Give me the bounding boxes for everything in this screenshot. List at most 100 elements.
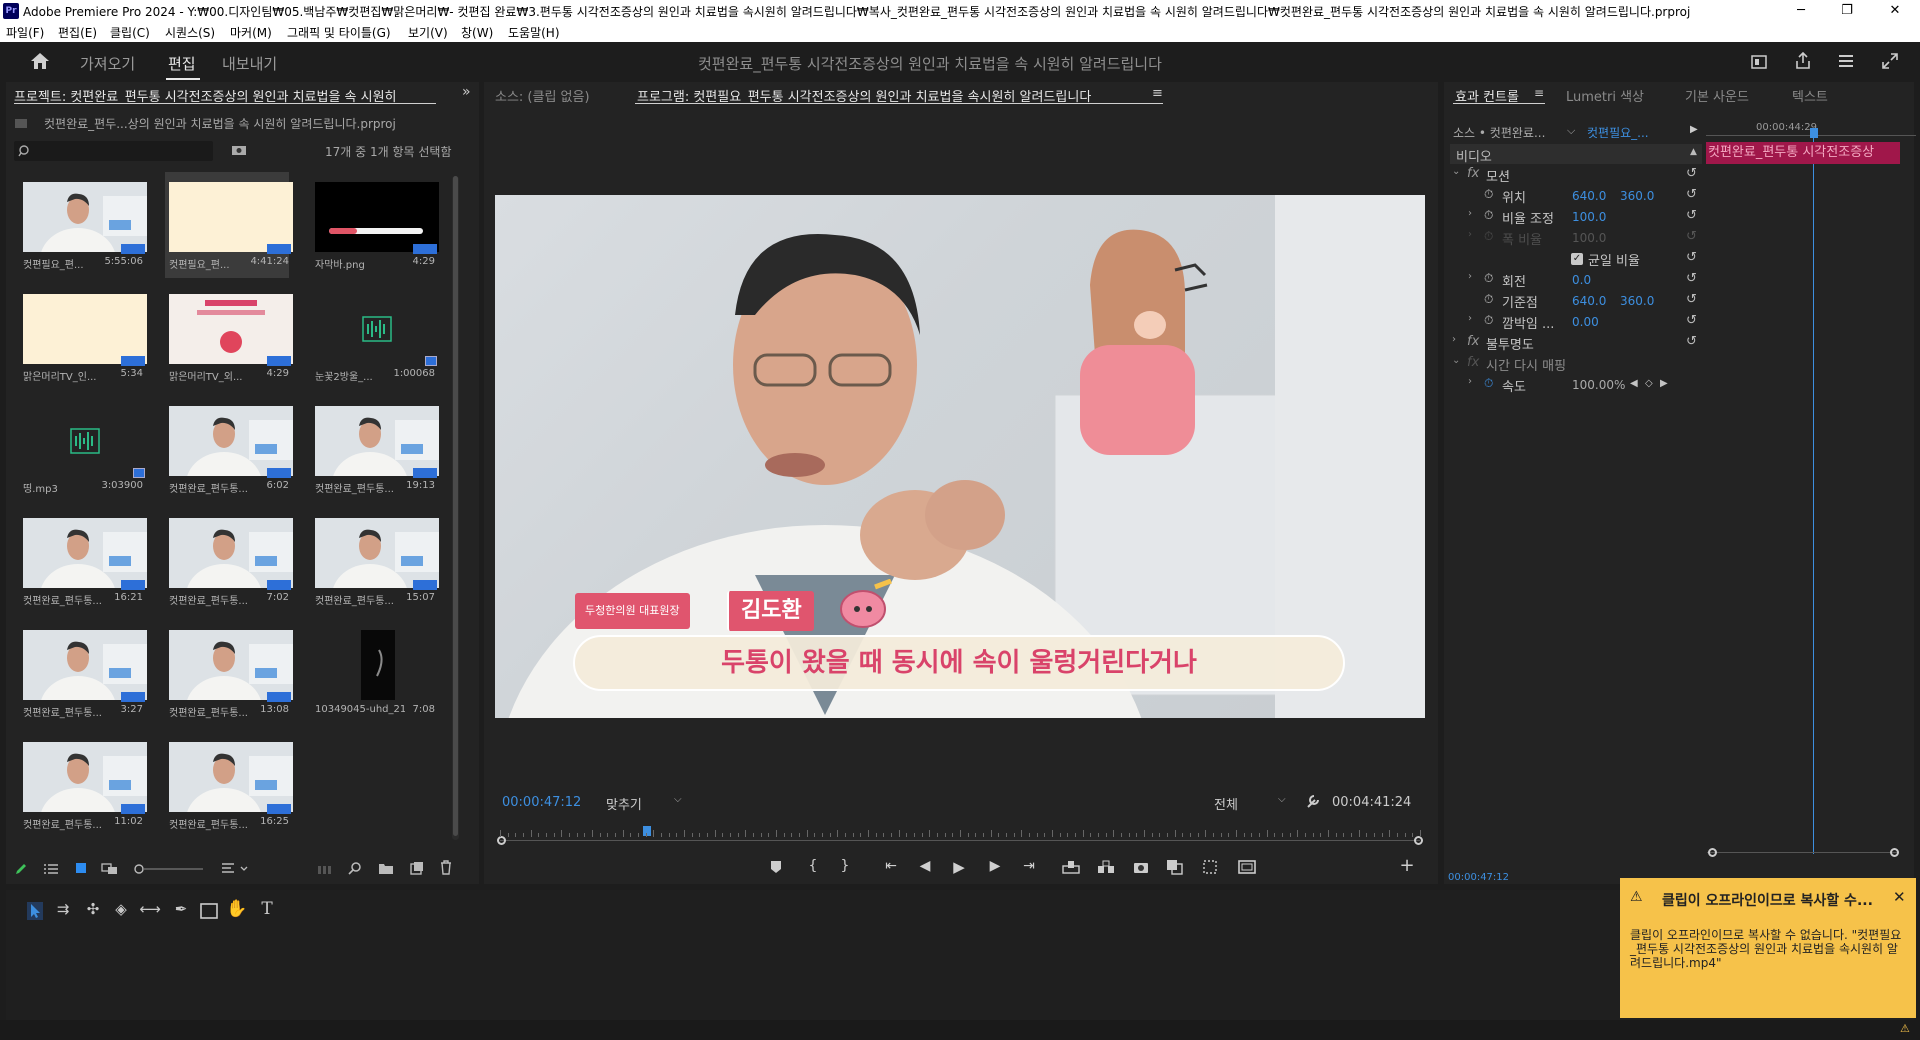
opacity-effect-row[interactable]: › fx 불투명도 [1450, 334, 1690, 354]
new-bin-icon[interactable] [378, 862, 394, 875]
wrench-settings-icon[interactable] [1305, 793, 1321, 809]
program-time-ruler[interactable] [497, 826, 1423, 848]
collapse-chevron-icon[interactable]: ⌄ [1452, 355, 1460, 366]
close-window-button[interactable]: ✕ [1872, 0, 1918, 22]
hand-tool-icon[interactable]: ✋ [226, 899, 248, 919]
quick-export-icon[interactable] [1751, 54, 1767, 70]
project-item[interactable]: 컷편필요_편... 5:55:06 [19, 172, 147, 278]
speed-value[interactable]: 100.00% [1572, 378, 1625, 392]
stopwatch-active-icon[interactable]: ⏱ [1484, 376, 1493, 391]
reset-motion-icon[interactable]: ↺ [1686, 166, 1697, 181]
project-item[interactable]: 컷편완료_편두통... 11:02 [19, 732, 147, 838]
zoom-slider[interactable] [133, 862, 205, 876]
flicker-value[interactable]: 0.00 [1572, 315, 1599, 329]
tab-text[interactable]: 텍스트 [1792, 86, 1828, 105]
project-item[interactable]: 띵.mp3 3:03900 [19, 396, 145, 502]
rotation-value[interactable]: 0.0 [1572, 273, 1591, 287]
expand-chevron-icon[interactable]: › [1452, 334, 1456, 345]
offline-notification[interactable]: ⚠ 클립이 오프라인이므로 복사할 수... ✕ 클립이 오프라인이므로 복사할… [1620, 878, 1916, 1018]
expand-chevron-icon[interactable]: › [1468, 208, 1472, 219]
automate-to-sequence-icon[interactable] [317, 862, 333, 876]
workspace-tab-export[interactable]: 내보내기 [222, 53, 277, 74]
project-item[interactable]: 컷편완료_편두통... 16:25 [165, 732, 293, 838]
project-item[interactable]: 컷편완료_편두통... 19:13 [311, 396, 439, 502]
program-panel-menu-icon[interactable]: ≡ [1152, 86, 1163, 101]
project-item[interactable]: 컷편완료_편두통... 6:02 [165, 396, 293, 502]
stopwatch-icon[interactable]: ⏱ [1484, 271, 1493, 286]
project-item[interactable]: 컷편필요_편... 4:41:24 [165, 172, 293, 278]
motion-effect-row[interactable]: ⌄ fx 모션 [1450, 166, 1690, 186]
rectangle-tool-icon[interactable] [200, 903, 218, 919]
button-editor-plus-icon[interactable]: + [1396, 855, 1418, 876]
tab-source[interactable]: 소스: (클립 없음) [495, 86, 590, 105]
reset-flicker-icon[interactable]: ↺ [1686, 313, 1697, 328]
home-icon[interactable] [30, 52, 50, 70]
program-playhead-timecode[interactable]: 00:00:47:12 [502, 795, 581, 810]
uniform-scale-checkbox[interactable]: ✓ [1571, 253, 1583, 265]
menu-sequence[interactable]: 시퀀스(S) [165, 24, 215, 41]
program-video-frame[interactable]: 두청한의원 대표원장 김도환 두통이 왔을 때 동시에 속이 울렁거린다거나 [495, 195, 1425, 718]
reset-uniform-icon[interactable]: ↺ [1686, 250, 1697, 265]
step-back-icon[interactable]: ◀ [914, 858, 936, 874]
fullscreen-icon[interactable] [1882, 53, 1898, 69]
selection-tool-icon[interactable] [27, 902, 43, 920]
menu-window[interactable]: 창(W) [461, 24, 493, 41]
stopwatch-icon[interactable]: ⏱ [1484, 313, 1493, 328]
notification-close-icon[interactable]: ✕ [1893, 888, 1906, 906]
next-keyframe-icon[interactable]: ▶ [1660, 378, 1668, 389]
fx-icon[interactable]: fx [1467, 166, 1479, 181]
menu-graphics[interactable]: 그래픽 및 타이틀(G) [287, 24, 391, 41]
go-to-in-icon[interactable]: ⇤ [880, 858, 902, 874]
freeform-view-icon[interactable] [101, 862, 119, 876]
scale-value[interactable]: 100.0 [1572, 210, 1606, 224]
panel-overflow-icon[interactable]: » [462, 84, 471, 100]
project-item[interactable]: 컷편완료_편두통... 3:27 [19, 620, 147, 726]
pen-tool-icon[interactable]: ✒ [170, 900, 192, 918]
extract-icon[interactable] [1097, 860, 1115, 874]
project-item[interactable]: 컷편완료_편두통... 16:21 [19, 508, 147, 614]
project-item[interactable]: 컷편완료_편두통... 7:02 [165, 508, 293, 614]
reset-opacity-icon[interactable]: ↺ [1686, 334, 1697, 349]
ripple-edit-tool-icon[interactable]: ✣ [82, 900, 104, 918]
tab-lumetri-color[interactable]: Lumetri 색상 [1566, 86, 1644, 105]
project-item[interactable]: 컷편완료_편두통... 13:08 [165, 620, 293, 726]
write-protect-pencil-icon[interactable] [14, 862, 28, 876]
project-item[interactable]: 컷편완료_편두통... 15:07 [311, 508, 439, 614]
anchor-y-value[interactable]: 360.0 [1620, 294, 1654, 308]
safe-margins-icon[interactable] [1238, 859, 1256, 875]
effect-controls-menu-icon[interactable]: ≡ [1534, 86, 1544, 100]
comparison-view-icon[interactable] [1166, 859, 1184, 875]
sort-icons-icon[interactable] [221, 862, 251, 876]
ec-playhead-handle[interactable] [1810, 128, 1818, 138]
icon-view-icon[interactable] [75, 862, 87, 874]
expand-chevron-icon[interactable]: › [1468, 271, 1472, 282]
time-remap-row[interactable]: ⌄ fx 시간 다시 매핑 [1450, 355, 1690, 375]
track-select-tool-icon[interactable]: ⇉ [52, 900, 74, 918]
export-frame-camera-icon[interactable] [1133, 860, 1149, 874]
add-marker-icon[interactable] [770, 860, 782, 874]
reset-anchor-icon[interactable]: ↺ [1686, 292, 1697, 307]
ec-zoom-bar[interactable] [1707, 852, 1897, 853]
new-search-bin-icon[interactable] [231, 144, 247, 156]
project-item[interactable]: 자막바.png 4:29 [311, 172, 439, 278]
proxy-toggle-icon[interactable] [1202, 859, 1218, 875]
mark-out-icon[interactable]: } [834, 858, 856, 874]
trash-icon[interactable] [439, 860, 453, 875]
position-y-value[interactable]: 360.0 [1620, 189, 1654, 203]
slip-tool-icon[interactable]: ⟷ [138, 900, 162, 918]
step-forward-icon[interactable]: ▶ [984, 858, 1006, 874]
expand-chevron-icon[interactable]: › [1468, 376, 1472, 387]
share-icon[interactable] [1795, 52, 1811, 70]
ec-zoom-start-handle[interactable] [1708, 848, 1717, 857]
reset-rotation-icon[interactable]: ↺ [1686, 271, 1697, 286]
expand-chevron-icon[interactable]: › [1468, 313, 1472, 324]
resolution-dropdown[interactable]: 전체 ⌵ [1214, 794, 1294, 813]
ruler-end-handle[interactable] [1414, 836, 1423, 845]
reset-position-icon[interactable]: ↺ [1686, 187, 1697, 202]
project-item[interactable]: 맑은머리TV_외... 4:29 [165, 284, 293, 390]
prev-keyframe-icon[interactable]: ◀ [1630, 378, 1638, 389]
ec-clip-bar[interactable]: 컷편완료_편두통 시각전조증상 [1706, 142, 1900, 164]
go-to-out-icon[interactable]: ⇥ [1018, 858, 1040, 874]
menu-help[interactable]: 도움말(H) [508, 24, 560, 41]
list-view-icon[interactable] [43, 863, 59, 875]
